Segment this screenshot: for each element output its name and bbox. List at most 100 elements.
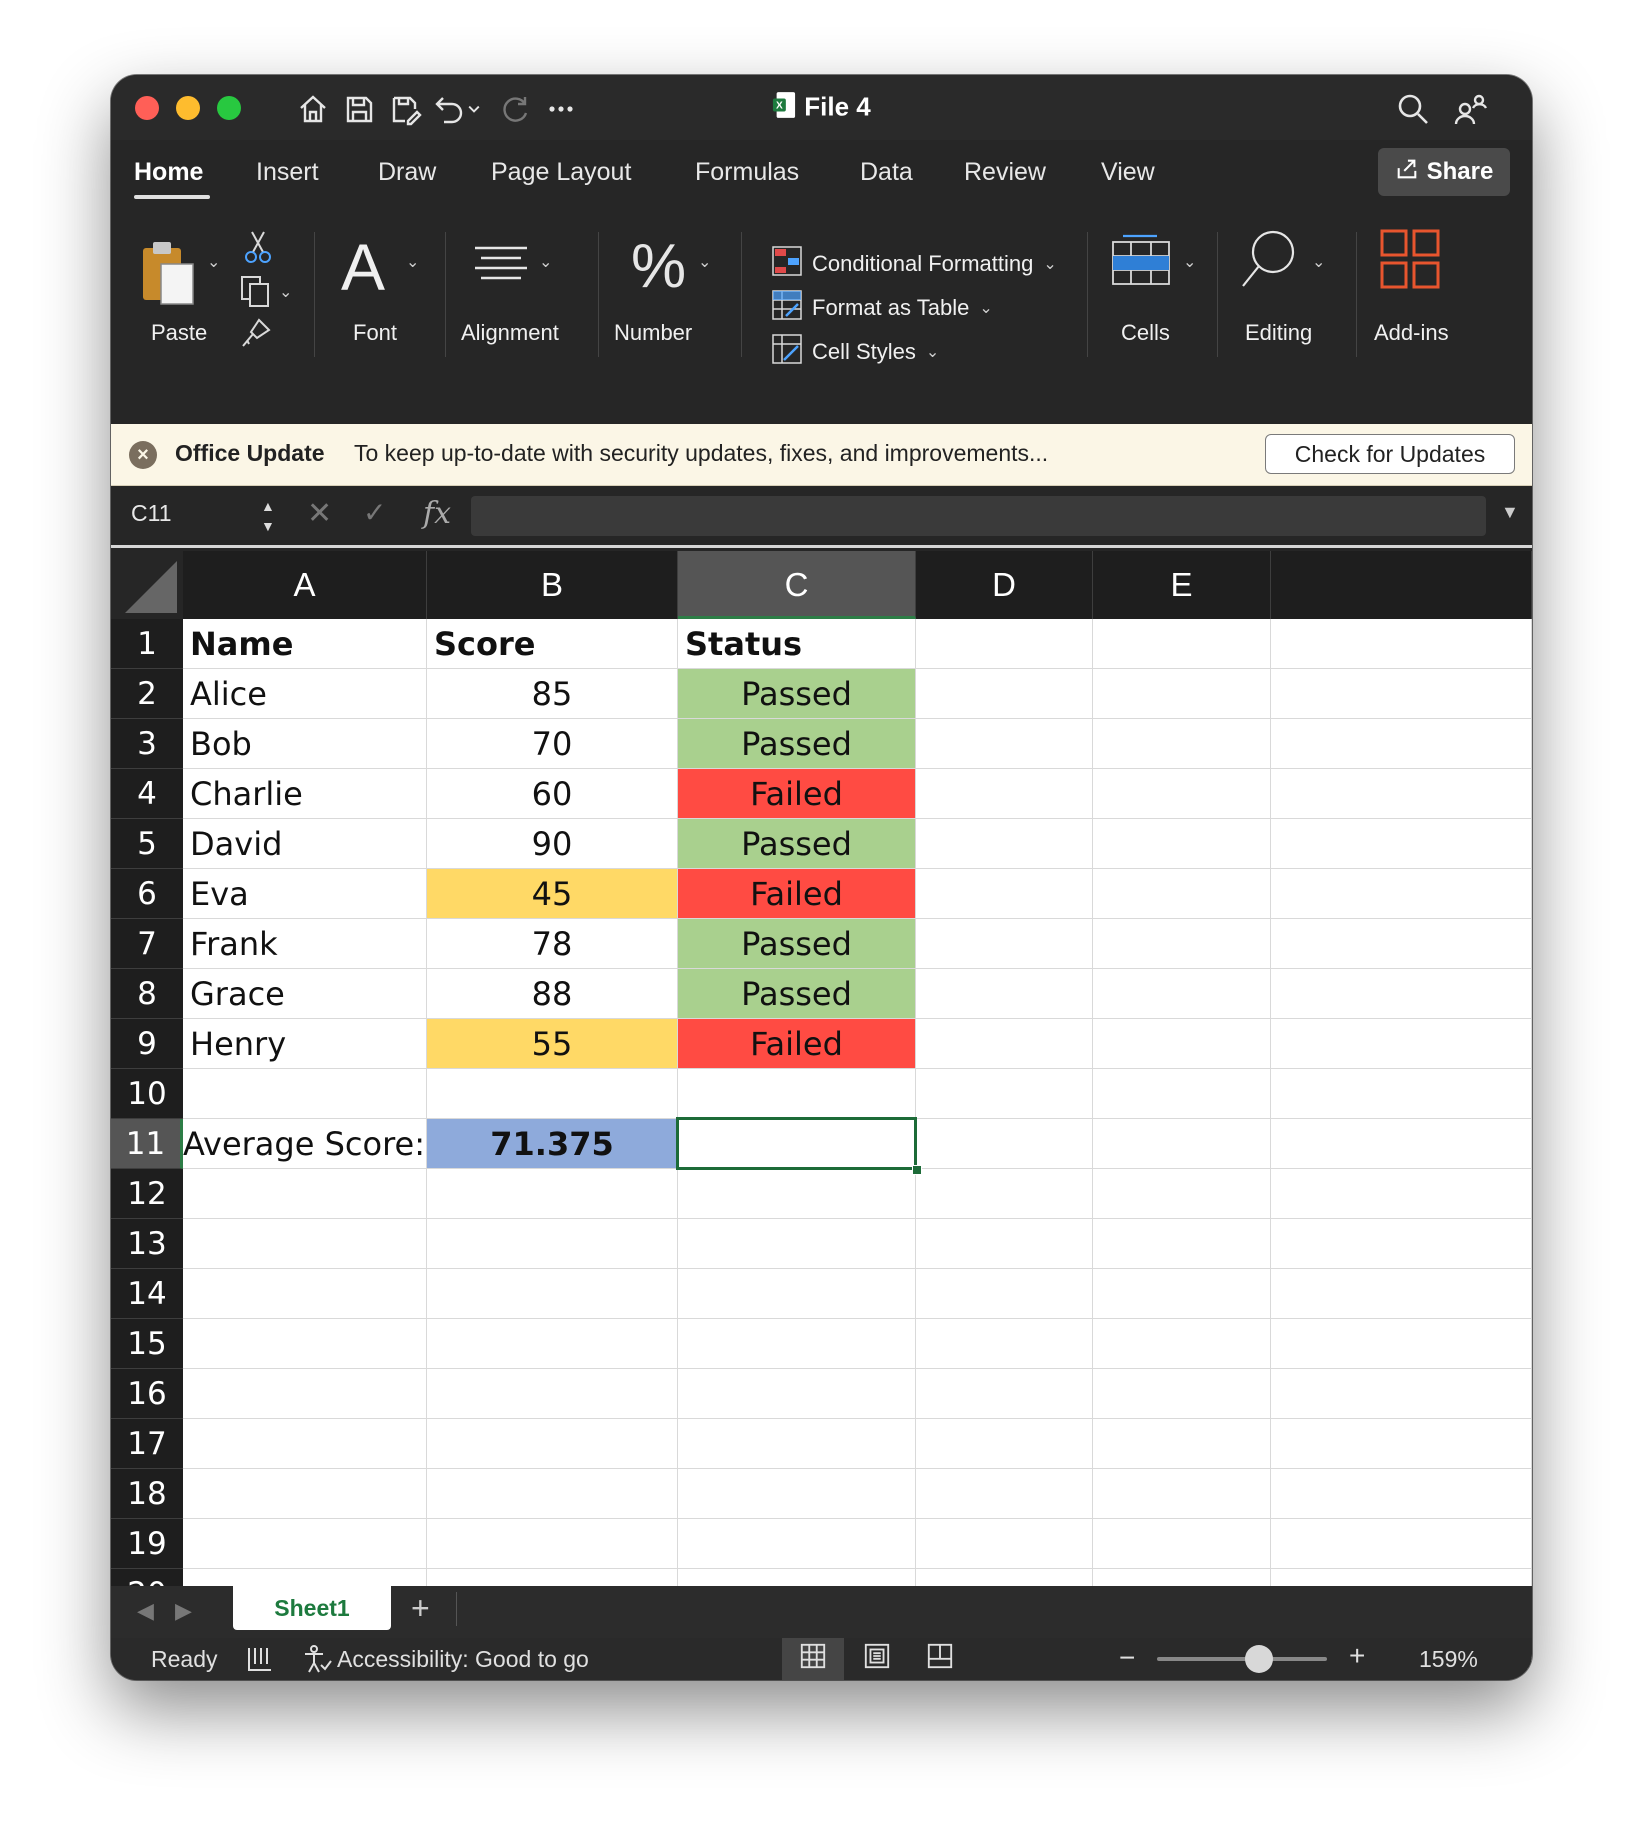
cell-f6[interactable] bbox=[1271, 869, 1532, 919]
cut-icon[interactable] bbox=[243, 230, 273, 269]
cell-b2[interactable]: 85 bbox=[427, 669, 678, 719]
editing-search-icon[interactable] bbox=[1239, 228, 1299, 295]
cell-styles-button[interactable]: Cell Styles ⌄ bbox=[772, 334, 939, 370]
cell-b14[interactable] bbox=[427, 1269, 678, 1319]
cell-c1[interactable]: Status bbox=[678, 619, 916, 669]
expand-formula-bar-icon[interactable]: ▼ bbox=[1501, 502, 1519, 523]
cells-icon[interactable] bbox=[1111, 232, 1171, 293]
cell-e14[interactable] bbox=[1093, 1269, 1271, 1319]
cell-d7[interactable] bbox=[916, 919, 1093, 969]
macro-recording-icon[interactable] bbox=[245, 1644, 275, 1680]
cell-a17[interactable] bbox=[183, 1419, 427, 1469]
cell-b5[interactable]: 90 bbox=[427, 819, 678, 869]
cell-e17[interactable] bbox=[1093, 1419, 1271, 1469]
cell-f9[interactable] bbox=[1271, 1019, 1532, 1069]
zoom-out-icon[interactable]: − bbox=[1119, 1642, 1135, 1674]
cell-f19[interactable] bbox=[1271, 1519, 1532, 1569]
cell-c16[interactable] bbox=[678, 1369, 916, 1419]
row-header-15[interactable]: 15 bbox=[111, 1319, 183, 1369]
tab-page-layout[interactable]: Page Layout bbox=[491, 158, 631, 187]
cell-b3[interactable]: 70 bbox=[427, 719, 678, 769]
cell-a1[interactable]: Name bbox=[183, 619, 427, 669]
cell-d19[interactable] bbox=[916, 1519, 1093, 1569]
cell-a18[interactable] bbox=[183, 1469, 427, 1519]
cell-a5[interactable]: David bbox=[183, 819, 427, 869]
cell-e9[interactable] bbox=[1093, 1019, 1271, 1069]
cell-c19[interactable] bbox=[678, 1519, 916, 1569]
cell-e19[interactable] bbox=[1093, 1519, 1271, 1569]
cell-f1[interactable] bbox=[1271, 619, 1532, 669]
column-header-c[interactable]: C bbox=[678, 551, 916, 619]
editing-dropdown-chevron-icon[interactable]: ⌄ bbox=[1312, 252, 1325, 272]
cell-d1[interactable] bbox=[916, 619, 1093, 669]
search-icon[interactable] bbox=[1393, 89, 1433, 129]
next-sheet-icon[interactable]: ▶ bbox=[175, 1598, 192, 1624]
cell-b8[interactable]: 88 bbox=[427, 969, 678, 1019]
cell-d11[interactable] bbox=[916, 1119, 1093, 1169]
page-layout-view-button[interactable] bbox=[846, 1638, 908, 1680]
cell-f7[interactable] bbox=[1271, 919, 1532, 969]
cell-a19[interactable] bbox=[183, 1519, 427, 1569]
tab-insert[interactable]: Insert bbox=[256, 158, 319, 187]
cell-a16[interactable] bbox=[183, 1369, 427, 1419]
cell-b9[interactable]: 55 bbox=[427, 1019, 678, 1069]
cell-b4[interactable]: 60 bbox=[427, 769, 678, 819]
add-sheet-icon[interactable]: + bbox=[411, 1592, 430, 1624]
cell-e1[interactable] bbox=[1093, 619, 1271, 669]
row-header-5[interactable]: 5 bbox=[111, 819, 183, 869]
cell-e2[interactable] bbox=[1093, 669, 1271, 719]
tab-review[interactable]: Review bbox=[964, 158, 1046, 187]
conditional-formatting-button[interactable]: Conditional Formatting ⌄ bbox=[772, 246, 1057, 282]
cell-b17[interactable] bbox=[427, 1419, 678, 1469]
select-all-corner[interactable] bbox=[111, 551, 183, 619]
tab-draw[interactable]: Draw bbox=[378, 158, 436, 187]
page-break-view-button[interactable] bbox=[909, 1638, 971, 1680]
cell-f15[interactable] bbox=[1271, 1319, 1532, 1369]
formula-input[interactable] bbox=[471, 496, 1486, 536]
row-header-10[interactable]: 10 bbox=[111, 1069, 183, 1119]
row-header-11[interactable]: 11 bbox=[111, 1119, 183, 1169]
addins-icon[interactable] bbox=[1379, 228, 1441, 295]
cell-f17[interactable] bbox=[1271, 1419, 1532, 1469]
zoom-slider-track[interactable] bbox=[1157, 1657, 1327, 1661]
cell-d13[interactable] bbox=[916, 1219, 1093, 1269]
row-header-2[interactable]: 2 bbox=[111, 669, 183, 719]
column-header-e[interactable]: E bbox=[1093, 551, 1271, 619]
normal-view-button[interactable] bbox=[782, 1638, 844, 1680]
cell-e8[interactable] bbox=[1093, 969, 1271, 1019]
name-box[interactable]: C11 bbox=[131, 500, 172, 527]
zoom-in-icon[interactable]: + bbox=[1349, 1640, 1365, 1672]
copy-icon[interactable] bbox=[239, 274, 273, 313]
row-header-4[interactable]: 4 bbox=[111, 769, 183, 819]
cell-e5[interactable] bbox=[1093, 819, 1271, 869]
cell-a7[interactable]: Frank bbox=[183, 919, 427, 969]
cell-c7[interactable]: Passed bbox=[678, 919, 916, 969]
cell-e10[interactable] bbox=[1093, 1069, 1271, 1119]
cell-d2[interactable] bbox=[916, 669, 1093, 719]
cell-f5[interactable] bbox=[1271, 819, 1532, 869]
cancel-formula-icon[interactable]: ✕ bbox=[307, 496, 332, 531]
row-header-1[interactable]: 1 bbox=[111, 619, 183, 669]
cell-a15[interactable] bbox=[183, 1319, 427, 1369]
number-format-icon[interactable]: % bbox=[631, 232, 686, 302]
cell-b6[interactable]: 45 bbox=[427, 869, 678, 919]
fill-handle[interactable] bbox=[912, 1165, 922, 1175]
cell-b19[interactable] bbox=[427, 1519, 678, 1569]
cell-d17[interactable] bbox=[916, 1419, 1093, 1469]
row-header-8[interactable]: 8 bbox=[111, 969, 183, 1019]
cell-e13[interactable] bbox=[1093, 1219, 1271, 1269]
cell-c17[interactable] bbox=[678, 1419, 916, 1469]
name-box-stepper-icon[interactable]: ▲ ▼ bbox=[261, 496, 275, 536]
cell-e15[interactable] bbox=[1093, 1319, 1271, 1369]
cell-a6[interactable]: Eva bbox=[183, 869, 427, 919]
copy-dropdown-chevron-icon[interactable]: ⌄ bbox=[279, 282, 292, 302]
column-header-b[interactable]: B bbox=[427, 551, 678, 619]
cell-e12[interactable] bbox=[1093, 1169, 1271, 1219]
check-for-updates-button[interactable]: Check for Updates bbox=[1265, 434, 1515, 474]
row-header-18[interactable]: 18 bbox=[111, 1469, 183, 1519]
row-header-3[interactable]: 3 bbox=[111, 719, 183, 769]
column-header-a[interactable]: A bbox=[183, 551, 427, 619]
zoom-level[interactable]: 159% bbox=[1419, 1646, 1478, 1673]
cell-c12[interactable] bbox=[678, 1169, 916, 1219]
cell-f8[interactable] bbox=[1271, 969, 1532, 1019]
